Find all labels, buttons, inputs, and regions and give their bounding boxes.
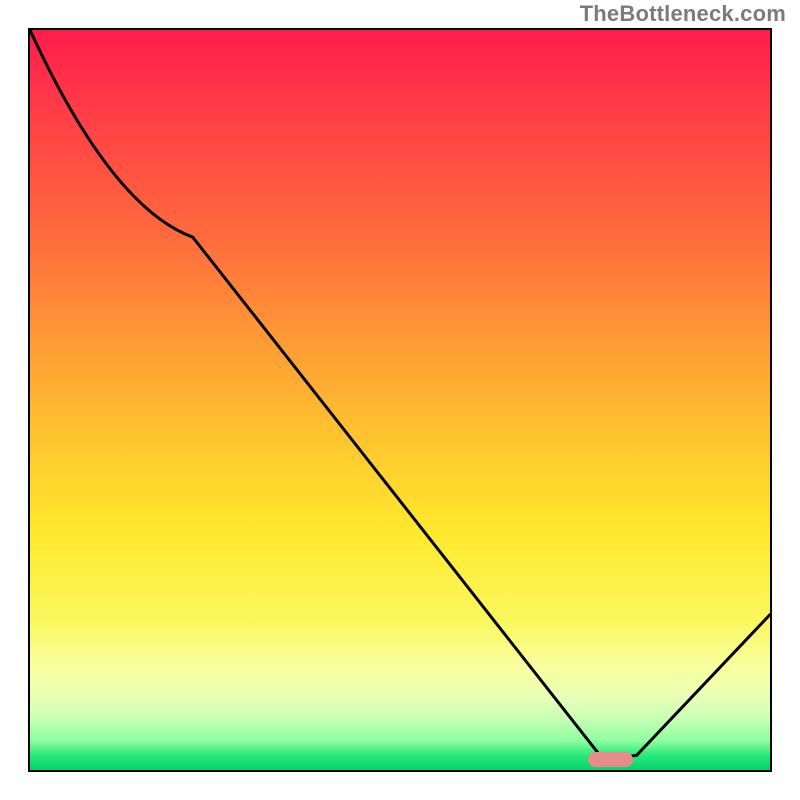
plot-area [28,28,772,772]
attribution-label: TheBottleneck.com [580,1,786,27]
sweet-spot-marker [588,752,633,767]
chart-container: TheBottleneck.com [0,0,800,800]
bottleneck-curve [30,30,770,770]
